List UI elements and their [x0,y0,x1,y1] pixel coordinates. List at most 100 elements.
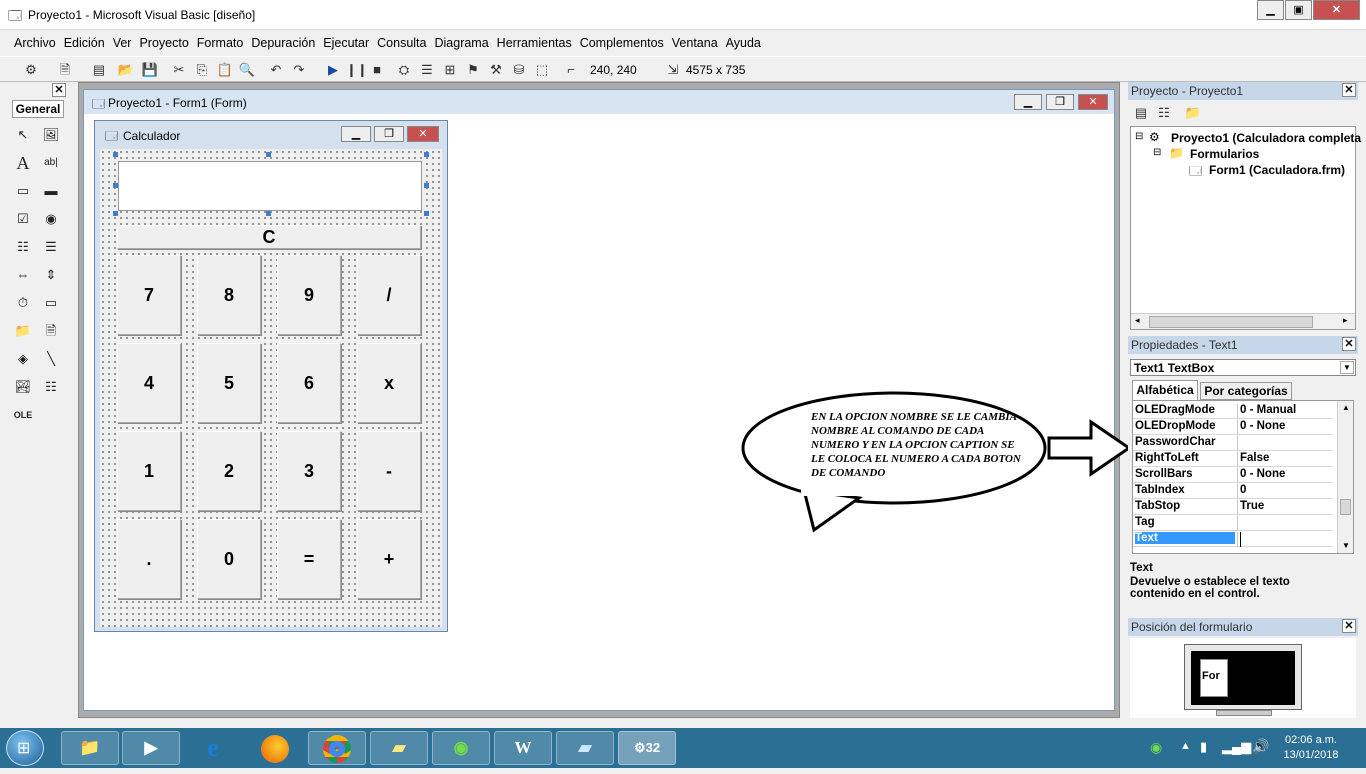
calc-button[interactable]: 1 [117,431,181,511]
calc-button[interactable]: 4 [117,343,181,423]
object-selector[interactable]: Text1 TextBox ▼ [1130,359,1356,376]
calc-button[interactable]: 8 [197,255,261,335]
show-hidden-icons[interactable]: ▲ [1180,740,1191,752]
property-value[interactable] [1237,436,1333,451]
collapse-icon[interactable]: ⊟ [1135,131,1143,142]
selection-handle[interactable] [266,211,271,216]
open-project-icon[interactable]: 📂 [117,61,135,78]
word-icon[interactable]: W [494,731,552,765]
property-row[interactable]: RightToLeft False [1133,451,1333,467]
property-value[interactable]: 0 - None [1237,420,1333,435]
tree-project-root[interactable]: Proyecto1 (Calculadora completa [1171,131,1361,145]
property-row[interactable]: PasswordChar [1133,435,1333,451]
form-layout-icon[interactable]: ⊞ [441,61,459,78]
calc-button[interactable]: 3 [277,431,341,511]
property-value[interactable]: 0 - Manual [1237,404,1333,419]
property-row[interactable]: Tag [1133,515,1333,531]
calc-button[interactable]: 2 [197,431,261,511]
menu-editor-icon[interactable]: ▤ [90,61,108,78]
timer-icon[interactable]: ⏱ [12,292,34,314]
find-icon[interactable]: 🔍 [238,61,256,78]
pointer-icon[interactable]: ↖ [12,124,34,146]
toggle-folders-icon[interactable]: 📁 [1184,104,1202,121]
chrome-icon[interactable] [308,731,366,765]
calc-button[interactable]: 5 [197,343,261,423]
property-vscrollbar[interactable]: ▲ ▼ [1337,401,1353,553]
form-minimize-button[interactable]: ▁ [1014,94,1042,110]
calc-button[interactable]: . [117,519,181,599]
selection-handle[interactable] [113,183,118,188]
view-object-icon[interactable]: ☷ [1155,104,1173,121]
battery-icon[interactable]: ▮ [1200,739,1207,755]
stop-icon[interactable]: ■ [368,61,386,78]
toolbox-tab-general[interactable]: General [12,100,64,118]
selection-handle[interactable] [113,211,118,216]
menu-item-formato[interactable]: Formato [193,36,248,50]
dirlistbox-icon[interactable]: 📁 [12,320,34,342]
scroll-right-icon[interactable]: ▸ [1343,315,1348,326]
menu-item-edicion[interactable]: Edición [60,36,109,50]
calc-button[interactable]: / [357,255,421,335]
image-icon[interactable]: 🏞 [12,376,34,398]
selection-handle[interactable] [424,211,429,216]
close-icon[interactable]: ✕ [1342,337,1356,351]
form-position-marker[interactable]: For [1200,659,1228,697]
hscrollbar-icon[interactable]: ⇔ [12,264,34,286]
project-hscrollbar[interactable]: ◂ ▸ [1131,313,1355,329]
textbox-icon[interactable]: ab| [40,152,62,174]
frame-icon[interactable]: ▭ [12,180,34,202]
menu-item-consulta[interactable]: Consulta [373,36,430,50]
calc-button[interactable]: 7 [117,255,181,335]
checkbox-icon[interactable]: ☑ [12,208,34,230]
calc-button[interactable]: 9 [277,255,341,335]
component-manager-icon[interactable]: ⬚ [533,61,551,78]
tree-forms-folder[interactable]: Formularios [1190,147,1259,161]
volume-icon[interactable]: 🔊 [1252,738,1269,755]
property-value[interactable] [1237,532,1241,547]
calc-minimize-button[interactable]: ▁ [341,126,371,142]
copy-icon[interactable]: ⎘ [193,61,211,78]
menu-item-ejecutar[interactable]: Ejecutar [319,36,373,50]
pause-icon[interactable]: ❙❙ [346,61,368,78]
firefox-icon[interactable] [246,731,304,765]
optionbutton-icon[interactable]: ◉ [40,208,62,230]
calc-button[interactable]: x [357,343,421,423]
data-view-icon[interactable]: ⛁ [510,61,528,78]
display-textbox[interactable] [118,161,422,211]
wifi-app-tray-icon[interactable]: ◉ [1150,739,1162,756]
form-close-button[interactable]: ✕ [1078,94,1108,110]
filelistbox-icon[interactable]: 🗎 [40,320,62,342]
save-project-icon[interactable]: 💾 [141,61,159,78]
ole-icon[interactable]: OLE [12,404,34,426]
undo-icon[interactable]: ↶ [267,61,285,78]
property-value[interactable] [1237,516,1333,531]
menu-item-ayuda[interactable]: Ayuda [722,36,765,50]
close-icon[interactable]: ✕ [1342,83,1356,97]
clock[interactable]: 02:06 a.m. 13/01/2018 [1276,733,1346,763]
close-icon[interactable]: ✕ [1342,619,1356,633]
internet-explorer-icon[interactable]: e [184,731,242,765]
calc-button[interactable]: - [357,431,421,511]
close-icon[interactable]: ✕ [52,83,66,97]
scroll-left-icon[interactable]: ◂ [1135,315,1140,326]
sticky-notes-icon[interactable]: ▰ [370,731,428,765]
paste-icon[interactable]: 📋 [216,61,234,78]
cut-icon[interactable]: ✂ [170,61,188,78]
menu-item-ventana[interactable]: Ventana [668,36,722,50]
commandbutton-icon[interactable]: ▬ [40,180,62,202]
minimize-button[interactable]: ▁ [1257,0,1284,20]
maximize-button[interactable]: ▣ [1285,0,1312,20]
object-browser-icon[interactable]: ⚑ [464,61,482,78]
label-icon[interactable]: A [12,152,34,174]
menu-item-herramientas[interactable]: Herramientas [493,36,576,50]
selection-handle[interactable] [266,152,271,157]
selection-handle[interactable] [113,152,118,157]
signal-icon[interactable]: ▂▄▆ [1222,739,1251,755]
redo-icon[interactable]: ↷ [290,61,308,78]
menu-item-ver[interactable]: Ver [109,36,136,50]
property-row[interactable]: Text [1133,531,1333,547]
scroll-up-icon[interactable]: ▲ [1342,403,1350,412]
menu-item-archivo[interactable]: Archivo [10,36,60,50]
property-row[interactable]: TabIndex 0 [1133,483,1333,499]
drivelistbox-icon[interactable]: ▭ [40,292,62,314]
